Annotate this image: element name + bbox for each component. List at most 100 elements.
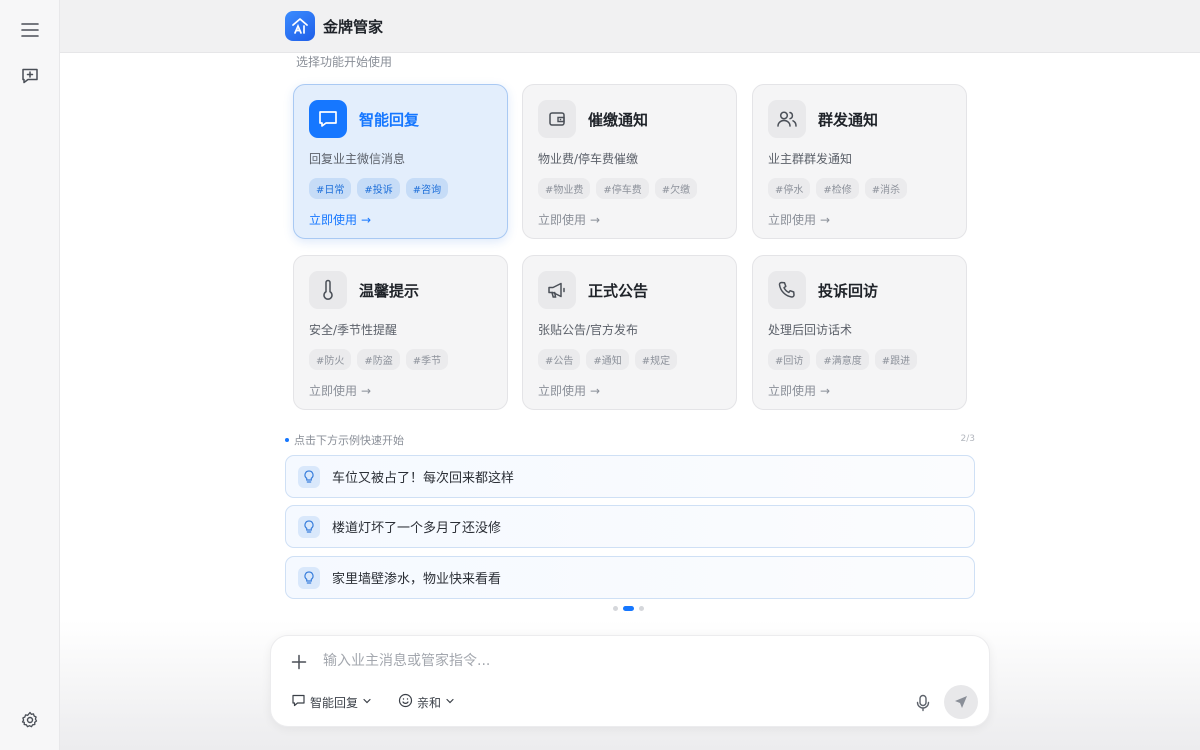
feature-card-payment-reminder[interactable]: 催缴通知 物业费/停车费催缴 #物业费 #停车费 #欠缴 立即使用 → bbox=[522, 84, 737, 239]
use-now-link[interactable]: 立即使用 → bbox=[538, 211, 721, 228]
feature-card-warm-tips[interactable]: 温馨提示 安全/季节性提醒 #防火 #防盗 #季节 立即使用 → bbox=[293, 255, 508, 410]
composer: 智能回复 亲和 bbox=[270, 635, 990, 727]
features-hint: 选择功能开始使用 bbox=[296, 55, 393, 69]
tag: #满意度 bbox=[816, 349, 869, 370]
feature-card-smart-reply[interactable]: 智能回复 回复业主微信消息 #日常 #投诉 #咨询 立即使用 → bbox=[293, 84, 508, 239]
use-now-link[interactable]: 立即使用 → bbox=[768, 211, 951, 228]
card-desc: 业主群群发通知 bbox=[768, 152, 853, 166]
tag: #咨询 bbox=[405, 178, 449, 199]
pager-dot[interactable] bbox=[613, 606, 618, 611]
brand: 金牌管家 bbox=[285, 11, 383, 41]
message-input[interactable] bbox=[323, 650, 883, 672]
card-desc: 安全/季节性提醒 bbox=[309, 323, 398, 337]
tag: #检修 bbox=[816, 178, 859, 199]
card-title: 投诉回访 bbox=[818, 281, 879, 300]
arrow-right-icon: → bbox=[590, 383, 601, 398]
use-now-label: 立即使用 bbox=[538, 384, 587, 398]
house-ai-icon bbox=[285, 11, 315, 41]
megaphone-icon bbox=[538, 271, 576, 309]
card-title: 正式公告 bbox=[588, 281, 649, 300]
arrow-right-icon: → bbox=[361, 212, 372, 227]
example-text: 楼道灯坏了一个多月了还没修 bbox=[332, 521, 502, 536]
smile-icon bbox=[398, 693, 413, 711]
top-bar: 金牌管家 bbox=[60, 0, 1200, 53]
tag: #停水 bbox=[768, 178, 811, 199]
arrow-right-icon: → bbox=[361, 383, 372, 398]
send-icon[interactable] bbox=[944, 685, 978, 719]
menu-icon[interactable] bbox=[16, 16, 44, 44]
gear-icon[interactable] bbox=[16, 706, 44, 734]
card-desc: 处理后回访话术 bbox=[768, 323, 853, 337]
main-panel: 金牌管家 选择功能开始使用 智能回复 回复业主微信消息 #日常 #投诉 #咨询 … bbox=[60, 0, 1200, 750]
use-now-label: 立即使用 bbox=[309, 384, 358, 398]
wallet-icon bbox=[538, 100, 576, 138]
feature-card-group-notice[interactable]: 群发通知 业主群群发通知 #停水 #检修 #消杀 立即使用 → bbox=[752, 84, 967, 239]
sidebar bbox=[0, 0, 60, 750]
tag: #物业费 bbox=[538, 178, 591, 199]
examples-page-indicator: 2/3 bbox=[960, 434, 975, 444]
card-title: 群发通知 bbox=[818, 110, 879, 129]
tag: #跟进 bbox=[874, 349, 918, 370]
tag: #防火 bbox=[309, 349, 352, 370]
mode-select[interactable]: 智能回复 bbox=[291, 693, 372, 711]
use-now-link[interactable]: 立即使用 → bbox=[538, 382, 721, 399]
plus-icon[interactable] bbox=[289, 652, 309, 672]
example-text: 车位又被占了！每次回来都这样 bbox=[332, 471, 515, 486]
use-now-label: 立即使用 bbox=[309, 213, 358, 227]
pager-dot-active[interactable] bbox=[623, 606, 634, 611]
tag: #投诉 bbox=[357, 178, 400, 199]
card-title: 温馨提示 bbox=[359, 281, 420, 300]
arrow-right-icon: → bbox=[820, 212, 831, 227]
tag: #欠缴 bbox=[654, 178, 698, 199]
examples-label-wrap: 点击下方示例快速开始 bbox=[285, 432, 404, 448]
chat-bubble-icon bbox=[309, 100, 347, 138]
users-icon bbox=[768, 100, 806, 138]
example-prompt[interactable]: 楼道灯坏了一个多月了还没修 bbox=[285, 505, 975, 548]
examples-header: 点击下方示例快速开始 2/3 bbox=[285, 432, 975, 448]
use-now-link[interactable]: 立即使用 → bbox=[768, 382, 951, 399]
examples-pager bbox=[613, 606, 644, 611]
arrow-right-icon: → bbox=[590, 212, 601, 227]
app-title: 金牌管家 bbox=[323, 17, 384, 36]
card-title: 催缴通知 bbox=[588, 110, 649, 129]
tag: #消杀 bbox=[864, 178, 908, 199]
tone-select[interactable]: 亲和 bbox=[398, 693, 455, 711]
tag: #公告 bbox=[538, 349, 581, 370]
example-prompt[interactable]: 车位又被占了！每次回来都这样 bbox=[285, 455, 975, 498]
feature-card-complaint-followup[interactable]: 投诉回访 处理后回访话术 #回访 #满意度 #跟进 立即使用 → bbox=[752, 255, 967, 410]
chevron-down-icon bbox=[362, 695, 372, 709]
tone-label: 亲和 bbox=[417, 695, 442, 710]
tag: #停车费 bbox=[596, 178, 649, 199]
bullet-dot bbox=[285, 438, 289, 442]
tag: #日常 bbox=[309, 178, 352, 199]
microphone-icon[interactable] bbox=[913, 693, 933, 713]
feature-card-official-announcement[interactable]: 正式公告 张贴公告/官方发布 #公告 #通知 #规定 立即使用 → bbox=[522, 255, 737, 410]
tag: #通知 bbox=[586, 349, 629, 370]
tag: #规定 bbox=[634, 349, 678, 370]
card-desc: 物业费/停车费催缴 bbox=[538, 152, 639, 166]
pager-dot[interactable] bbox=[639, 606, 644, 611]
lightbulb-icon bbox=[298, 566, 320, 589]
use-now-link[interactable]: 立即使用 → bbox=[309, 211, 492, 228]
lightbulb-icon bbox=[298, 515, 320, 538]
example-text: 家里墙壁渗水，物业快来看看 bbox=[332, 572, 502, 587]
use-now-label: 立即使用 bbox=[768, 384, 817, 398]
examples-label: 点击下方示例快速开始 bbox=[294, 434, 404, 447]
example-prompt[interactable]: 家里墙壁渗水，物业快来看看 bbox=[285, 556, 975, 599]
tag: #防盗 bbox=[357, 349, 400, 370]
card-title: 智能回复 bbox=[359, 110, 420, 129]
use-now-label: 立即使用 bbox=[768, 213, 817, 227]
arrow-right-icon: → bbox=[820, 383, 831, 398]
thermometer-icon bbox=[309, 271, 347, 309]
use-now-label: 立即使用 bbox=[538, 213, 587, 227]
mode-label: 智能回复 bbox=[310, 695, 359, 710]
tag: #季节 bbox=[405, 349, 449, 370]
phone-icon bbox=[768, 271, 806, 309]
card-desc: 张贴公告/官方发布 bbox=[538, 323, 639, 337]
new-chat-icon[interactable] bbox=[16, 62, 44, 90]
lightbulb-icon bbox=[298, 465, 320, 488]
chat-bubble-icon bbox=[291, 693, 306, 711]
use-now-link[interactable]: 立即使用 → bbox=[309, 382, 492, 399]
tag: #回访 bbox=[768, 349, 811, 370]
chevron-down-icon bbox=[445, 695, 455, 709]
